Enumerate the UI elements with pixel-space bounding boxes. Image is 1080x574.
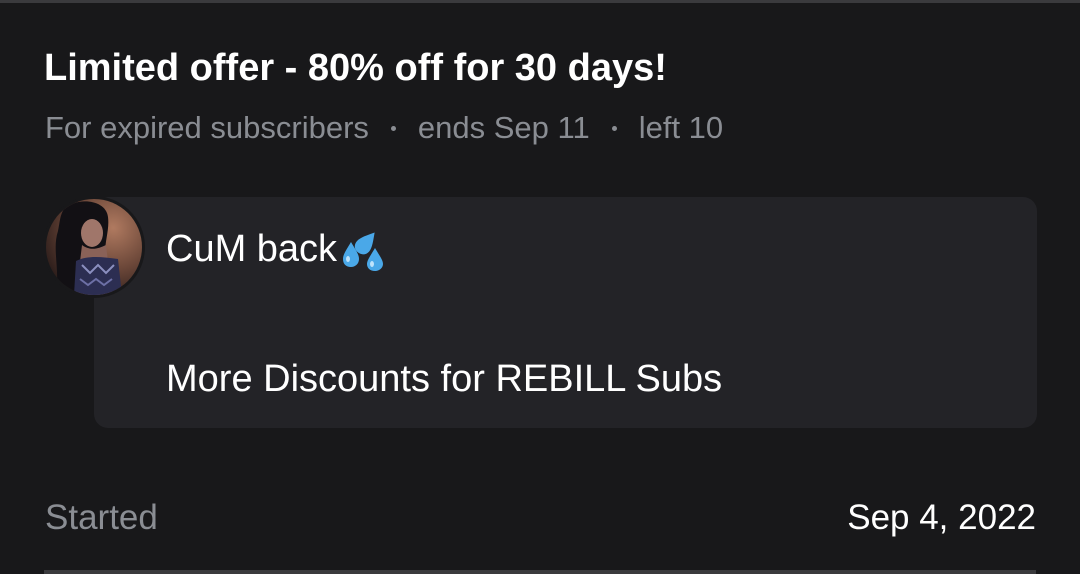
started-label: Started bbox=[45, 498, 158, 537]
avatar-image bbox=[46, 199, 142, 295]
offer-remaining: left 10 bbox=[638, 110, 724, 145]
offer-title: Limited offer - 80% off for 30 days! bbox=[44, 47, 667, 89]
message-line-1: CuM back bbox=[166, 226, 387, 272]
offer-audience: For expired subscribers bbox=[45, 110, 369, 145]
message-text-1: CuM back bbox=[166, 228, 338, 270]
message-line-2: More Discounts for REBILL Subs bbox=[166, 358, 723, 400]
separator-dot bbox=[611, 125, 617, 131]
separator-dot bbox=[390, 125, 396, 131]
top-divider bbox=[0, 0, 1080, 3]
offer-meta: For expired subscribers ends Sep 11 left… bbox=[45, 108, 723, 148]
offer-ends: ends Sep 11 bbox=[417, 110, 590, 145]
started-date: Sep 4, 2022 bbox=[847, 498, 1036, 537]
sweat-droplets-icon bbox=[339, 226, 387, 272]
avatar[interactable] bbox=[43, 196, 145, 298]
bottom-divider bbox=[44, 570, 1036, 574]
